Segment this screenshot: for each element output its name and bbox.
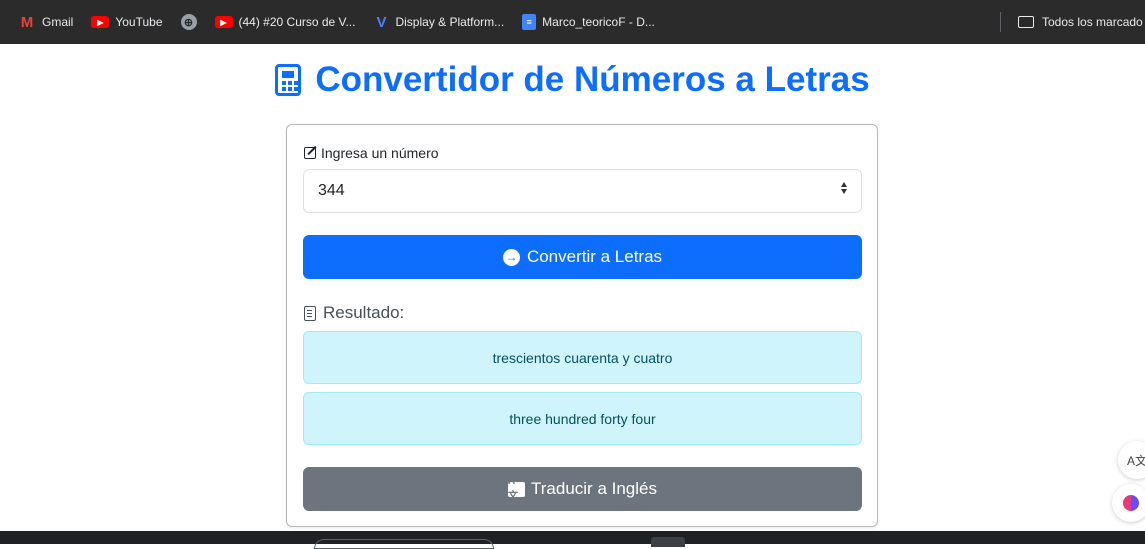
converter-card: Ingresa un número 344 → Convertir a Letr… [286,124,878,527]
edit-icon [304,147,316,159]
bookmark-display-platform[interactable]: V Display & Platform... [373,13,505,31]
result-heading: Resultado: [304,303,404,323]
bookmark-curso[interactable]: ▶ (44) #20 Curso de V... [214,15,356,29]
youtube-icon: ▶ [214,16,233,28]
brain-icon [1123,495,1139,511]
bookmark-youtube[interactable]: ▶ YouTube [91,15,163,29]
bookmark-label: YouTube [115,15,163,29]
bookmarks-divider [1000,12,1001,32]
spin-up-icon[interactable] [841,182,847,187]
youtube-icon: ▶ [91,16,110,28]
spin-down-icon[interactable] [841,189,847,194]
floating-assistant-button[interactable] [1112,484,1145,522]
taskbar [0,531,1145,544]
taskbar-search-pill[interactable] [314,539,494,549]
convert-button-label: Convertir a Letras [526,247,663,266]
taskbar-app-button[interactable] [651,537,685,547]
document-icon [304,305,316,321]
page-title: Convertidor de Números a Letras [0,60,1145,100]
bookmark-globe[interactable]: ⊕ [180,14,197,30]
page-title-text: Convertidor de Números a Letras [315,60,870,99]
number-input-label: Ingresa un número [304,145,439,161]
bookmark-label: Marco_teoricoF - D... [542,15,655,29]
folder-label: Todos los marcado [1042,15,1143,29]
bookmark-label: (44) #20 Curso de V... [238,15,356,29]
translate-button-label: Traducir a Inglés [531,479,657,498]
bookmark-gmail[interactable]: M Gmail [18,13,74,31]
bookmark-marco-teorico[interactable]: ≡ Marco_teoricoF - D... [522,14,655,30]
number-input[interactable]: 344 [303,169,862,213]
result-english: three hundred forty four [303,392,862,445]
number-spinner[interactable] [841,182,847,194]
gmail-icon: M [20,13,34,31]
docs-icon: ≡ [522,14,537,30]
translate-button[interactable]: A文 Traducir a Inglés [303,467,862,511]
result-spanish-text: trescientos cuarenta y cuatro [492,349,673,366]
bookmarks-bar: M Gmail ▶ YouTube ⊕ ▶ (44) #20 Curso de … [0,0,1145,44]
bookmark-label: Gmail [42,15,74,29]
floating-translate-button[interactable]: A文 [1118,441,1145,479]
v-logo-icon: V [376,13,387,31]
globe-icon: ⊕ [180,14,197,30]
convert-button[interactable]: → Convertir a Letras [303,235,862,279]
bookmark-label: Display & Platform... [395,15,505,29]
translate-icon: A文 [508,476,525,502]
translate-icon: A文 [1126,453,1145,468]
result-heading-text: Resultado: [323,303,405,322]
number-input-value: 344 [318,182,345,199]
calculator-icon [275,64,302,96]
result-english-text: three hundred forty four [509,410,656,427]
all-bookmarks-folder[interactable]: Todos los marcado [1018,15,1143,29]
result-spanish: trescientos cuarenta y cuatro [303,331,862,384]
number-input-label-text: Ingresa un número [321,145,439,161]
arrow-right-circle-icon: → [502,248,520,266]
folder-icon [1018,16,1034,28]
